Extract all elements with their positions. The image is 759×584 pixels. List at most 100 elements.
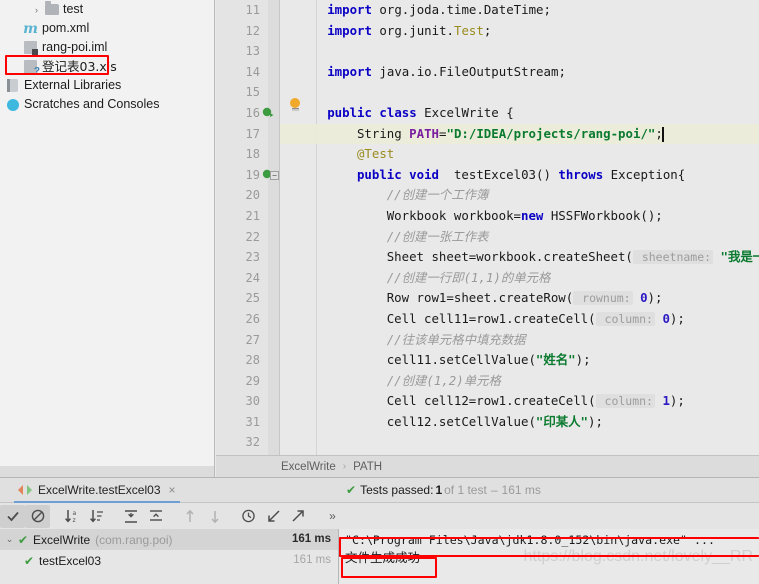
intention-bulb-icon[interactable] — [290, 98, 301, 111]
code-token: java.io.FileOutputStream; — [379, 63, 566, 79]
export-tests-button[interactable] — [286, 505, 311, 528]
test-results-tree[interactable]: ⌄ ✔ ExcelWrite (com.rang.poi) 161 ms ✔ t… — [0, 529, 339, 584]
code-line[interactable]: 29 //创建(1,2)单元格 — [216, 371, 759, 392]
code-line[interactable]: 23 Sheet sheet=workbook.createSheet( shee… — [216, 247, 759, 268]
code-text: Cell cell11=row1.createCell( column: 0); — [387, 309, 685, 330]
code-line[interactable]: 17 String PATH="D:/IDEA/projects/rang-poi… — [216, 123, 759, 145]
code-line[interactable]: 26 Cell cell11=row1.createCell( column: 0… — [216, 309, 759, 330]
code-token: sheetname: — [632, 250, 714, 265]
run-tool-window[interactable]: ExcelWrite.testExcel03 × az » ✔ Tests pa… — [0, 477, 759, 584]
tree-item-label: 登记表03.xls — [42, 59, 117, 74]
line-number: 17 — [245, 126, 260, 141]
text-caret — [662, 126, 664, 142]
line-number: 22 — [245, 229, 260, 244]
code-line[interactable]: 11 import org.joda.time.DateTime; — [216, 0, 759, 21]
console-output[interactable]: "C:\Program Files\Java\jdk1.8.0_152\bin\… — [339, 529, 759, 584]
code-token: Sheet sheet=workbook.createSheet( — [386, 249, 633, 265]
code-token: //创建一个工作簿 — [386, 187, 489, 203]
code-token: ; — [483, 22, 492, 38]
code-token: "印某人" — [535, 413, 589, 429]
code-token: 0 — [662, 310, 670, 326]
code-line[interactable]: 21 Workbook workbook=new HSSFWorkbook(); — [216, 206, 759, 227]
code-token: column: — [595, 394, 655, 409]
code-token: public class — [327, 104, 425, 120]
line-number: 26 — [245, 311, 260, 326]
code-text: //往该单元格中填充数据 — [387, 330, 526, 351]
code-line[interactable]: 30 Cell cell12=row1.createCell( column: 1… — [216, 391, 759, 412]
code-line[interactable]: 12 import org.junit.Test; — [216, 21, 759, 42]
test-runner-toolbar[interactable]: az » — [0, 503, 759, 529]
code-line[interactable]: 24 //创建一行即(1,1)的单元格 — [216, 268, 759, 289]
line-number: 11 — [245, 3, 260, 17]
tree-item-pom-xml[interactable]: m pom.xml — [0, 19, 214, 38]
breadcrumb-class[interactable]: ExcelWrite — [281, 461, 336, 473]
line-number: 25 — [245, 291, 260, 306]
previous-failed-button[interactable] — [177, 505, 202, 528]
code-token: //创建一行即(1,1)的单元格 — [386, 269, 551, 285]
project-tool-window[interactable]: › test m pom.xml rang-poi.iml 登记表03.xls … — [0, 0, 215, 466]
code-token: Exception{ — [610, 166, 686, 182]
test-tree-row-testexcel03[interactable]: ✔ testExcel03 161 ms — [0, 550, 338, 571]
tree-item-scratches-and-consoles[interactable]: Scratches and Consoles — [0, 95, 214, 114]
code-editor[interactable]: 11 import org.joda.time.DateTime; 12 import… — [216, 0, 759, 455]
line-number: 12 — [245, 23, 260, 38]
line-number: 19 — [245, 167, 260, 182]
line-number: 20 — [245, 188, 260, 203]
show-passed-button[interactable] — [0, 504, 25, 528]
code-line[interactable]: 13 — [216, 41, 759, 62]
sort-by-duration-button[interactable] — [84, 505, 109, 528]
close-icon[interactable]: × — [169, 484, 176, 496]
code-token: String — [356, 125, 410, 141]
code-token: PATH — [409, 125, 440, 141]
sort-alphabetically-button[interactable]: az — [59, 505, 84, 528]
test-method-name: testExcel03 — [39, 553, 102, 568]
line-number: 21 — [245, 208, 260, 223]
collapse-all-button[interactable] — [143, 505, 168, 528]
test-tree-row-excelwrite[interactable]: ⌄ ✔ ExcelWrite (com.rang.poi) 161 ms — [0, 529, 338, 550]
line-number: 23 — [245, 250, 260, 265]
run-tab-excelwrite-testexcel03[interactable]: ExcelWrite.testExcel03 × — [14, 478, 180, 503]
scratches-icon — [4, 97, 21, 113]
tree-item-label: pom.xml — [42, 21, 90, 35]
code-line[interactable]: 31 cell12.setCellValue("印某人"); — [216, 412, 759, 433]
code-text: import org.joda.time.DateTime; — [327, 0, 551, 21]
breadcrumb-member[interactable]: PATH — [353, 461, 382, 473]
code-token: Workbook workbook= — [386, 207, 521, 223]
code-token: //创建一张工作表 — [386, 228, 489, 244]
run-test-gutter-icon[interactable] — [262, 107, 274, 119]
code-line[interactable]: 32 — [216, 432, 759, 453]
tree-item-rang-poi-iml[interactable]: rang-poi.iml — [0, 38, 214, 57]
code-line[interactable]: 20 //创建一个工作簿 — [216, 185, 759, 206]
more-options-button[interactable]: » — [320, 505, 345, 528]
fold-collapse-icon[interactable]: − — [270, 170, 279, 180]
breadcrumb[interactable]: ExcelWrite › PATH — [216, 455, 759, 477]
code-line[interactable]: 22 //创建一张工作表 — [216, 227, 759, 248]
next-failed-button[interactable] — [202, 505, 227, 528]
tests-duration: 161 ms — [501, 482, 541, 497]
test-history-button[interactable] — [236, 505, 261, 528]
chevron-down-icon[interactable]: ⌄ — [3, 534, 16, 545]
run-config-icon — [18, 484, 32, 496]
expand-all-button[interactable] — [118, 505, 143, 528]
code-line[interactable]: 27 //往该单元格中填充数据 — [216, 330, 759, 351]
code-line[interactable]: 28 cell11.setCellValue("姓名"); — [216, 350, 759, 371]
import-tests-button[interactable] — [261, 505, 286, 528]
unknown-file-icon — [22, 59, 40, 77]
code-token: "姓名" — [535, 352, 576, 368]
code-line[interactable]: 25 Row row1=sheet.createRow( rownum: 0); — [216, 288, 759, 309]
tree-item-registration-xls[interactable]: 登记表03.xls — [0, 57, 214, 77]
code-token: rownum: — [573, 291, 633, 306]
show-ignored-button[interactable] — [25, 504, 50, 528]
line-number: 31 — [245, 414, 260, 429]
maven-icon: m — [23, 20, 38, 37]
code-token: cell12.setCellValue( — [386, 413, 536, 429]
tree-item-test[interactable]: › test — [0, 0, 214, 19]
code-line[interactable]: 18 @Test — [216, 144, 759, 165]
code-text: Sheet sheet=workbook.createSheet( sheetn… — [387, 247, 759, 268]
code-line[interactable]: 19− public void testExcel03() throws Exce… — [216, 165, 759, 186]
chevron-right-icon[interactable]: › — [30, 0, 43, 19]
check-icon: ✔ — [346, 482, 357, 497]
code-line[interactable]: 14 import java.io.FileOutputStream; — [216, 62, 759, 83]
tree-item-external-libraries[interactable]: External Libraries — [0, 76, 214, 95]
